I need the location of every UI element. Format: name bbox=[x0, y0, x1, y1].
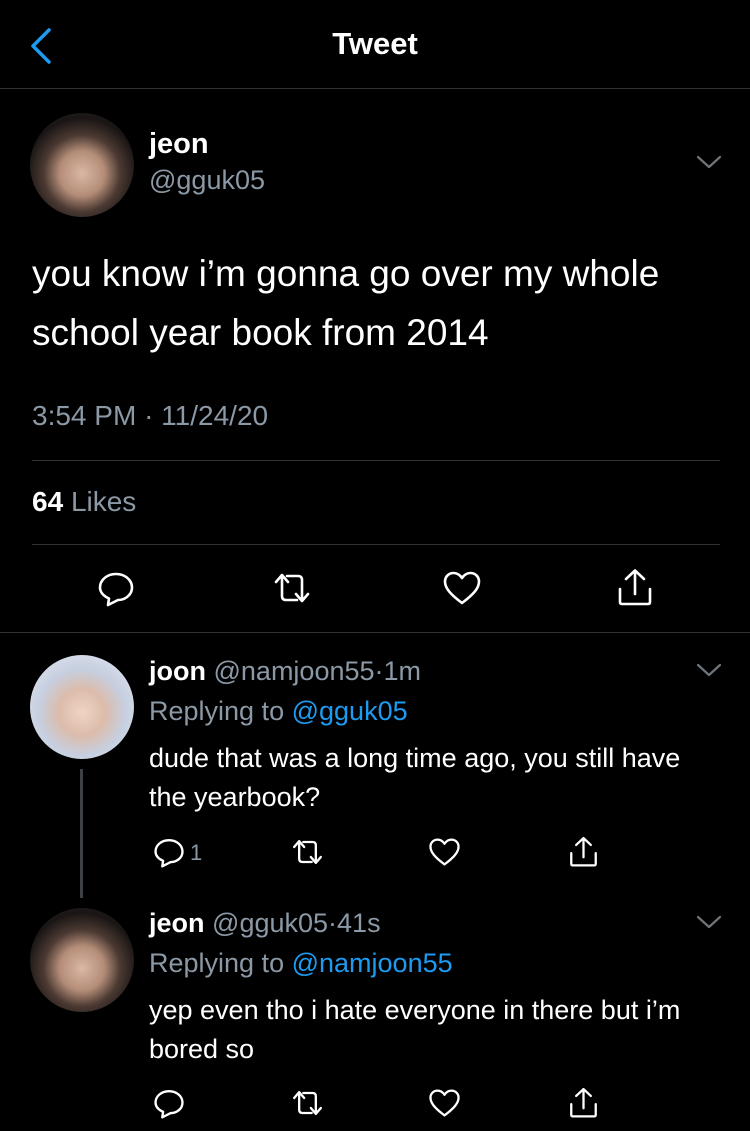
chevron-down-icon bbox=[696, 663, 722, 677]
reply-header: jeon @gguk05·41s bbox=[149, 908, 381, 939]
page-title: Tweet bbox=[332, 26, 418, 61]
replying-to-label: Replying to bbox=[149, 696, 285, 726]
chevron-down-icon bbox=[696, 915, 722, 929]
author-name[interactable]: jeon bbox=[149, 128, 209, 161]
likes-label: Likes bbox=[70, 486, 137, 517]
reply-text: dude that was a long time ago, you still… bbox=[149, 743, 681, 812]
reply-author-handle[interactable]: @gguk05 bbox=[212, 908, 328, 938]
divider bbox=[32, 544, 720, 545]
tweet-date: 11/24/20 bbox=[161, 400, 269, 431]
replying-to: Replying to @namjoon55 bbox=[149, 948, 453, 979]
retweet-icon bbox=[292, 1091, 322, 1115]
meta-separator: · bbox=[374, 656, 384, 686]
reply-icon bbox=[98, 572, 134, 607]
tweet-text: you know i’m gonna go over my whole scho… bbox=[32, 253, 660, 353]
reply-button[interactable] bbox=[152, 1087, 186, 1119]
retweet-button[interactable] bbox=[270, 568, 314, 608]
heart-icon bbox=[428, 838, 460, 866]
reply-button[interactable] bbox=[96, 568, 136, 608]
reply-time: 41s bbox=[337, 908, 381, 938]
top-nav-bar: Tweet bbox=[0, 0, 750, 89]
avatar[interactable] bbox=[30, 908, 134, 1012]
retweet-icon bbox=[292, 840, 322, 864]
reply-time: 1m bbox=[383, 656, 422, 686]
retweet-button[interactable] bbox=[289, 836, 325, 868]
share-icon bbox=[569, 1087, 597, 1118]
like-button[interactable] bbox=[427, 836, 461, 868]
divider bbox=[32, 460, 720, 461]
reply-icon bbox=[154, 1090, 184, 1119]
tweet-timestamp: 3:54 PM · 11/24/20 bbox=[32, 400, 268, 432]
replying-to-mention[interactable]: @gguk05 bbox=[292, 696, 408, 726]
reply-icon bbox=[154, 839, 184, 868]
retweet-button[interactable] bbox=[289, 1087, 325, 1119]
divider bbox=[0, 632, 750, 633]
likes-count: 64 bbox=[32, 486, 64, 517]
replying-to-mention[interactable]: @namjoon55 bbox=[292, 948, 453, 978]
share-button[interactable] bbox=[614, 566, 656, 608]
retweet-icon bbox=[274, 573, 310, 603]
avatar[interactable] bbox=[30, 655, 134, 759]
reply-author-name[interactable]: jeon bbox=[149, 908, 205, 938]
reply-header: joon @namjoon55·1m bbox=[149, 656, 421, 687]
thread-connector bbox=[80, 769, 83, 898]
heart-icon bbox=[428, 1089, 460, 1117]
heart-icon bbox=[443, 571, 481, 605]
likes-stat[interactable]: 64 Likes bbox=[32, 486, 136, 518]
reply-options-button[interactable] bbox=[694, 912, 724, 932]
chevron-down-icon bbox=[696, 155, 722, 169]
reply-button[interactable] bbox=[152, 836, 186, 868]
like-button[interactable] bbox=[427, 1087, 461, 1119]
reply-text: yep even tho i hate everyone in there bu… bbox=[149, 995, 681, 1064]
share-icon bbox=[618, 569, 652, 606]
like-button[interactable] bbox=[441, 568, 483, 608]
share-button[interactable] bbox=[566, 1085, 600, 1119]
replying-to-label: Replying to bbox=[149, 948, 285, 978]
tweet-time: 3:54 PM bbox=[32, 400, 137, 431]
share-icon bbox=[569, 836, 597, 867]
reply-author-handle[interactable]: @namjoon55 bbox=[214, 656, 375, 686]
replying-to: Replying to @gguk05 bbox=[149, 696, 408, 727]
share-button[interactable] bbox=[566, 834, 600, 868]
reply-author-name[interactable]: joon bbox=[149, 656, 206, 686]
meta-separator: · bbox=[144, 400, 154, 431]
avatar[interactable] bbox=[30, 113, 134, 217]
meta-separator: · bbox=[328, 908, 338, 938]
author-handle[interactable]: @gguk05 bbox=[149, 165, 265, 196]
reply-options-button[interactable] bbox=[694, 660, 724, 680]
tweet-options-button[interactable] bbox=[694, 152, 724, 172]
reply-count: 1 bbox=[190, 840, 203, 865]
